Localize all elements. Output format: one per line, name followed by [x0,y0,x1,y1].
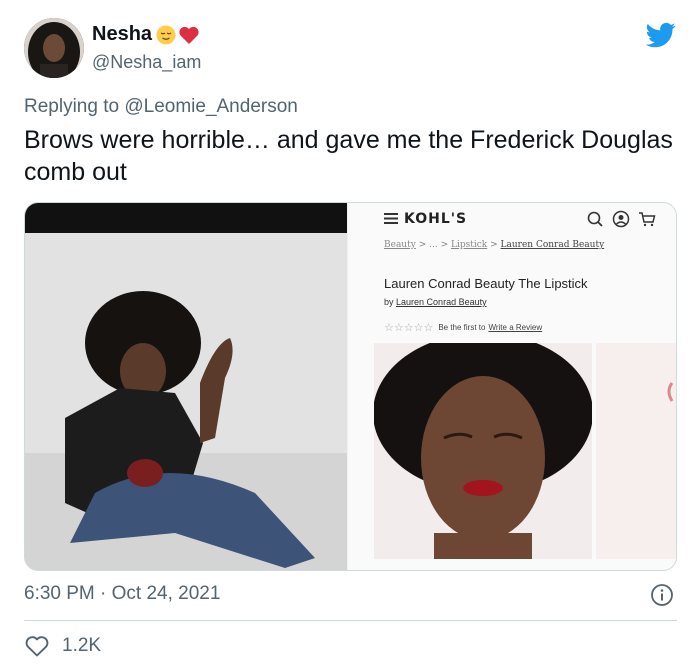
kohls-product-screenshot[interactable]: KOHL'S Beauty > ... > Lipstick > Lauren … [348,203,676,570]
info-icon[interactable] [650,583,674,607]
product-model-photo[interactable] [374,343,592,559]
breadcrumb-separator: > [418,240,427,250]
account-icon[interactable] [612,210,630,228]
like-action[interactable]: 1.2K [24,634,101,658]
breadcrumb-lipstick[interactable]: Lipstick [451,240,487,250]
by-prefix: by [384,297,394,307]
kohls-nav-bar: KOHL'S [348,203,676,235]
kohls-logo: KOHL'S [404,211,468,227]
red-heart-emoji [179,26,199,44]
product-brand-line: by Lauren Conrad Beauty [384,297,487,307]
breadcrumb-separator: > [440,240,449,250]
breadcrumb-brand[interactable]: Lauren Conrad Beauty [501,240,605,250]
heart-outline-icon[interactable] [24,634,50,658]
product-thumbnail[interactable] [596,343,676,559]
reply-mention-link[interactable]: @Leomie_Anderson [124,96,298,117]
breadcrumb-beauty[interactable]: Beauty [384,240,416,250]
menu-icon[interactable] [384,213,398,224]
breadcrumb: Beauty > ... > Lipstick > Lauren Conrad … [384,240,604,250]
replying-to: Replying to @Leomie_Anderson [24,96,298,118]
display-name[interactable]: Nesha [92,23,152,46]
shopping-cart-icon[interactable] [638,210,656,228]
user-handle[interactable]: @Nesha_iam [92,52,201,73]
tweet-text: Brows were horrible… and gave me the Fre… [24,126,673,186]
tweet-header: Nesha @Nesha_iam [24,18,684,82]
rating-stars: ☆☆☆☆☆ [384,322,434,334]
write-review-link[interactable]: Write a Review [488,323,542,332]
tweet-timestamp[interactable]: 6:30 PM · Oct 24, 2021 [24,583,220,605]
search-icon[interactable] [586,210,604,228]
divider [24,620,677,621]
rating-row: ☆☆☆☆☆ Be the first to Write a Review [384,321,542,334]
avatar[interactable] [24,18,84,78]
replying-prefix: Replying to [24,96,120,117]
rating-prefix: Be the first to [438,323,486,332]
twitter-bird-icon[interactable] [646,20,676,50]
breadcrumb-ellipsis: ... [429,240,438,250]
like-count: 1.2K [62,635,102,656]
tweet-media[interactable]: KOHL'S Beauty > ... > Lipstick > Lauren … [24,202,677,571]
relieved-face-emoji [156,25,176,44]
product-title: Lauren Conrad Beauty The Lipstick [384,276,588,291]
photo-seated-woman[interactable] [25,203,347,570]
breadcrumb-separator: > [490,240,498,250]
brand-link[interactable]: Lauren Conrad Beauty [396,297,487,307]
name-row: Nesha [92,23,200,46]
